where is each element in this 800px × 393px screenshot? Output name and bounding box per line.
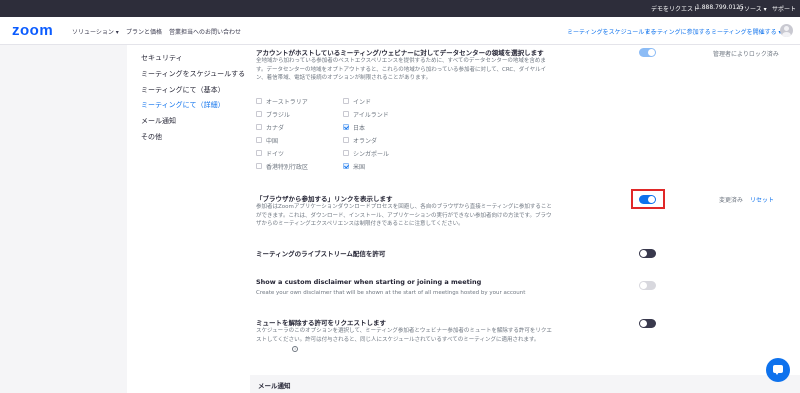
- disclaimer-title: Show a custom disclaimer when starting o…: [256, 278, 482, 286]
- info-icon[interactable]: i: [292, 346, 298, 352]
- datacenter-title: アカウントがホストしているミーティング/ウェビナーに対してデータセンターの領域を…: [256, 49, 544, 57]
- region-label: カナダ: [266, 125, 285, 132]
- datacenter-toggle[interactable]: [639, 48, 656, 57]
- region-checkbox-brazil[interactable]: [256, 111, 262, 117]
- unmute-request-title: ミュートを解除する許可をリクエストします: [256, 319, 386, 327]
- region-checkbox-india[interactable]: [343, 98, 349, 104]
- region-label: 香港特別行政区: [266, 164, 309, 171]
- host-meeting-menu[interactable]: ミーティングを開催する ▾: [711, 27, 782, 36]
- phone-number-link[interactable]: 1.888.799.0125: [696, 4, 744, 11]
- resources-menu[interactable]: リソース ▾: [738, 4, 767, 13]
- browser-join-description: 参加者はZoomアプリケーションダウンロードプロセスを回避し、各自のブラウザから…: [256, 204, 552, 227]
- region-checkbox-canada[interactable]: [256, 124, 262, 130]
- sidebar-item-other[interactable]: その他: [141, 132, 162, 142]
- region-label: 日本: [353, 125, 366, 132]
- region-label: シンガポール: [353, 151, 390, 158]
- top-utility-bar: デモをリクエスト 1.888.799.0125 リソース ▾ サポート: [0, 0, 800, 17]
- locked-by-admin-note: 管理者によりロック済み: [713, 51, 779, 58]
- region-label: ブラジル: [266, 112, 290, 119]
- browser-join-toggle[interactable]: [639, 195, 656, 204]
- sidebar-item-security[interactable]: セキュリティ: [141, 53, 183, 63]
- region-label: オランダ: [353, 138, 378, 145]
- reset-link[interactable]: リセット: [750, 195, 774, 204]
- region-label: オーストラリア: [266, 99, 308, 106]
- region-checkbox-singapore[interactable]: [343, 150, 349, 156]
- region-label: 中国: [266, 138, 279, 145]
- livestream-title: ミーティングのライブストリーム配信を許可: [256, 250, 386, 258]
- region-checkbox-australia[interactable]: [256, 98, 262, 104]
- modified-note: 変更済み: [719, 197, 744, 204]
- datacenter-description: 全地域から加わっている参加者のベストエクスペリエンスを提供するために、すべてのデ…: [256, 58, 547, 81]
- region-checkbox-germany[interactable]: [256, 150, 262, 156]
- request-demo-link[interactable]: デモをリクエスト: [651, 4, 699, 13]
- left-gutter: [0, 45, 127, 393]
- livestream-toggle[interactable]: [639, 249, 656, 258]
- avatar[interactable]: [780, 24, 793, 37]
- solutions-menu[interactable]: ソリューション ▾: [72, 27, 119, 36]
- disclaimer-description: Create your own disclaimer that will be …: [256, 290, 526, 296]
- join-meeting-link[interactable]: ミーティングに参加する: [645, 27, 711, 36]
- zoom-logo[interactable]: zoom: [12, 22, 53, 39]
- region-label: ドイツ: [266, 151, 285, 158]
- browser-join-title: 「ブラウザから参加する」リンクを表示します: [256, 195, 393, 203]
- region-label: 米国: [353, 164, 366, 171]
- sidebar-item-email-notification[interactable]: メール通知: [141, 116, 176, 126]
- schedule-meeting-link[interactable]: ミーティングをスケジュールする: [567, 27, 656, 36]
- chat-icon[interactable]: [766, 358, 790, 382]
- region-label: インド: [353, 99, 372, 106]
- region-checkbox-ireland[interactable]: [343, 111, 349, 117]
- region-checkbox-japan[interactable]: [343, 124, 349, 130]
- region-label: アイルランド: [353, 112, 389, 119]
- support-link[interactable]: サポート: [772, 4, 796, 13]
- disclaimer-toggle[interactable]: [639, 281, 656, 290]
- region-checkbox-netherlands[interactable]: [343, 137, 349, 143]
- region-checkbox-china[interactable]: [256, 137, 262, 143]
- main-navbar: zoom ソリューション ▾ プランと価格 営業担当へのお問い合わせ ミーティン…: [0, 17, 800, 45]
- sidebar-item-in-meeting-basic[interactable]: ミーティングにて（基本）: [141, 85, 225, 95]
- unmute-request-description: スケジューラのこのオプションを選択して、ミーティング参加者とウェビナー参加者のミ…: [256, 328, 552, 343]
- plans-pricing-link[interactable]: プランと価格: [126, 27, 162, 36]
- email-notification-section-header: メール通知: [250, 375, 800, 393]
- contact-sales-link[interactable]: 営業担当へのお問い合わせ: [169, 27, 241, 36]
- region-checkbox-usa[interactable]: [343, 163, 349, 169]
- unmute-request-toggle[interactable]: [639, 319, 656, 328]
- sidebar-item-in-meeting-advanced[interactable]: ミーティングにて（詳細）: [141, 100, 225, 110]
- section-title: メール通知: [258, 382, 291, 390]
- region-checkbox-hong-kong[interactable]: [256, 163, 262, 169]
- sidebar-item-schedule-meeting[interactable]: ミーティングをスケジュールする: [141, 69, 245, 79]
